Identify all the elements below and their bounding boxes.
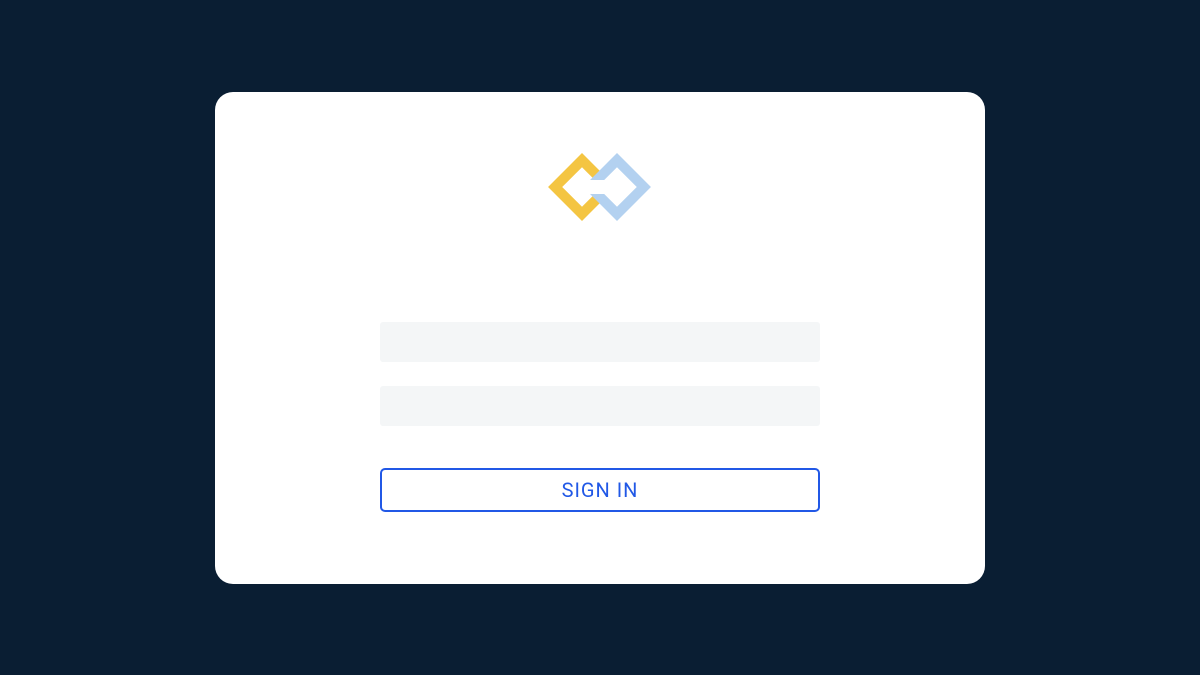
login-card: SIGN IN bbox=[215, 92, 985, 584]
username-input[interactable] bbox=[380, 322, 820, 362]
password-input[interactable] bbox=[380, 386, 820, 426]
app-logo bbox=[545, 147, 655, 227]
signin-button[interactable]: SIGN IN bbox=[380, 468, 820, 512]
exchange-arrows-icon bbox=[545, 147, 655, 227]
